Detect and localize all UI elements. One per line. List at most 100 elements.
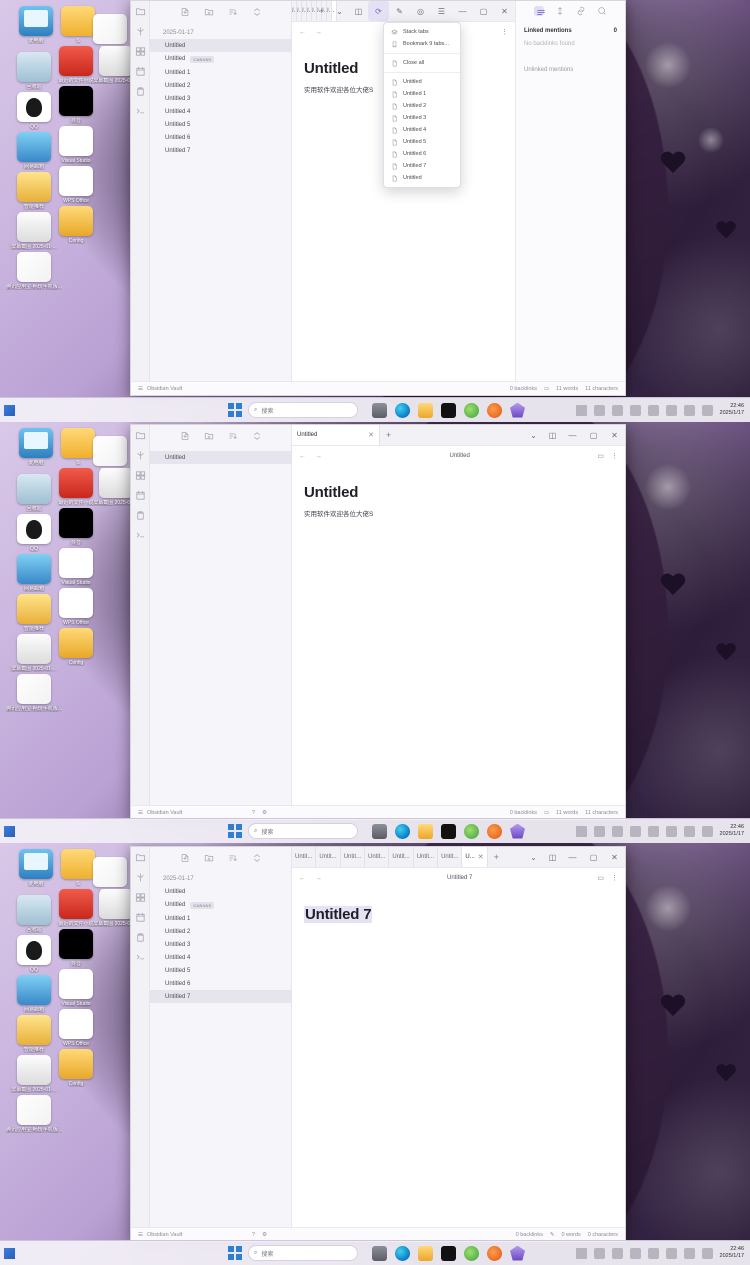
start-button-icon[interactable]: [228, 403, 242, 417]
taskbar-app-obsidian[interactable]: [510, 402, 525, 418]
editor-tab[interactable]: Untitled ✕: [292, 425, 380, 445]
book-icon-3[interactable]: ▭: [597, 874, 604, 882]
menu-item-file[interactable]: Untitled 7: [384, 160, 460, 172]
graph-icon[interactable]: [135, 26, 146, 37]
shield-icon[interactable]: [629, 404, 641, 416]
minimize-button-1[interactable]: —: [452, 1, 473, 21]
vault-switcher-3[interactable]: ☰ Obsidian Vault ? ⚙: [131, 1232, 273, 1238]
vault-switcher-1[interactable]: ☰ Obsidian Vault: [131, 386, 273, 392]
chevron-up-icon[interactable]: [575, 1247, 587, 1259]
editor-tab[interactable]: Untit...: [316, 847, 341, 867]
file-sidebar-3[interactable]: 2025-01-17 Untitled Untitled CANVAS Untitle…: [150, 847, 292, 1227]
file-list-1[interactable]: 2025-01-17 Untitled Untitled CANVAS Untitle…: [150, 23, 291, 381]
canvas-icon[interactable]: [135, 892, 146, 903]
left-ribbon-3[interactable]: [131, 847, 150, 1227]
file-list-2[interactable]: Untitled: [150, 447, 291, 805]
file-list-item[interactable]: Untitled 7: [150, 144, 291, 157]
editor-tab[interactable]: Untit...: [438, 847, 463, 867]
menu-item-file[interactable]: Untitled 1: [384, 88, 460, 100]
right-panel-1[interactable]: Linked mentions 0 No backlinks found Unl…: [515, 1, 625, 381]
new-note-icon[interactable]: [180, 853, 190, 863]
new-tab-button-2[interactable]: +: [380, 425, 397, 445]
sort-icon[interactable]: [228, 431, 238, 441]
tab-bar-2[interactable]: Untitled ✕ + ⌄ ◫ — ▢ ✕: [292, 425, 625, 446]
desktop-icon[interactable]: Config: [48, 628, 104, 666]
taskbar-app-obsidian[interactable]: [510, 1245, 525, 1261]
clipboard-icon[interactable]: [135, 510, 146, 521]
toggle-right-sidebar-icon[interactable]: ◫: [349, 1, 368, 21]
new-tab-button-1[interactable]: +: [313, 1, 330, 21]
desktop-icon[interactable]: 腾讯应用宝-畅玩手机版...: [6, 1095, 62, 1133]
close-button-2[interactable]: ✕: [604, 425, 625, 445]
terminal-icon[interactable]: [135, 106, 146, 117]
ime-icon[interactable]: [611, 825, 623, 837]
menu-icon[interactable]: ☰: [431, 1, 452, 21]
back-arrow-icon[interactable]: ←: [299, 29, 306, 36]
sort-icon[interactable]: [228, 853, 238, 863]
back-arrow-icon[interactable]: ←: [299, 875, 306, 882]
tab-bar-1[interactable]: U...U...U...U...U...U...U...U...U...✕ + …: [292, 1, 515, 22]
editor-tab[interactable]: Untit...: [414, 847, 439, 867]
taskbar-app-tiktok[interactable]: [441, 402, 456, 418]
tab-bar-3[interactable]: Untit... Untit... Untit... Untit... Untit...…: [292, 847, 625, 868]
edit-icon[interactable]: ✎: [389, 1, 410, 21]
right-panel-tabs-1[interactable]: [516, 1, 625, 21]
minimize-button-3[interactable]: —: [562, 847, 583, 867]
nav-arrows-1[interactable]: ← →: [299, 29, 322, 36]
taskbar-app-wechat[interactable]: [464, 402, 479, 418]
new-folder-icon[interactable]: [204, 853, 214, 863]
new-folder-icon[interactable]: [204, 431, 214, 441]
menu-item-close-all[interactable]: Close all: [384, 57, 460, 69]
book-icon-2[interactable]: ▭: [597, 452, 604, 460]
toggle-right-sidebar-icon[interactable]: ◫: [543, 425, 562, 445]
desktop-icon[interactable]: 抖音: [48, 508, 104, 546]
taskbar-app-folder[interactable]: [418, 823, 433, 839]
calendar-icon[interactable]: [135, 66, 146, 77]
menu-item-file[interactable]: Untitled 2: [384, 100, 460, 112]
taskbar-3[interactable]: ⌕ 搜索 22:46 2025/1/17: [0, 1240, 750, 1265]
battery-icon[interactable]: [701, 1247, 713, 1259]
vault-switcher-2[interactable]: ☰ Obsidian Vault ? ⚙: [131, 810, 273, 816]
terminal-icon[interactable]: [135, 530, 146, 541]
collapse-icon[interactable]: [252, 431, 262, 441]
left-ribbon-2[interactable]: [131, 425, 150, 805]
tab-list-chevron-icon[interactable]: ⌄: [524, 847, 543, 867]
cloud-icon[interactable]: [593, 825, 605, 837]
menu-item-file[interactable]: Untitled 5: [384, 136, 460, 148]
toggle-right-sidebar-icon[interactable]: ◫: [543, 847, 562, 867]
menu-item-file[interactable]: Untitled 6: [384, 148, 460, 160]
editor-tab[interactable]: U...✕: [462, 847, 488, 867]
file-list-item[interactable]: Untitled: [150, 39, 291, 52]
help-icon-2[interactable]: ?: [252, 810, 255, 816]
list-icon[interactable]: [534, 6, 545, 16]
file-list-item[interactable]: Untitled 4: [150, 105, 291, 118]
more-options-icon-2[interactable]: ⋮: [611, 452, 618, 460]
files-icon[interactable]: [135, 430, 146, 441]
sidebar-toolbar-3[interactable]: [150, 847, 291, 869]
desktop-icon[interactable]: 抖音: [48, 929, 104, 967]
wifi-icon[interactable]: [665, 1247, 677, 1259]
tabs-3[interactable]: Untit... Untit... Untit... Untit... Untit...…: [292, 847, 488, 867]
taskbar-clock[interactable]: 22:46 2025/1/17: [720, 403, 744, 417]
maximize-button-3[interactable]: ▢: [583, 847, 604, 867]
new-tab-button-3[interactable]: +: [488, 847, 505, 867]
obsidian-window-2[interactable]: Untitled Untitled ✕ + ⌄ ◫ — ▢ ✕ ← → Unti…: [130, 424, 626, 820]
file-list-item[interactable]: Untitled 5: [150, 964, 291, 977]
update-icon[interactable]: [647, 1247, 659, 1259]
menu-item-file[interactable]: Untitled 4: [384, 124, 460, 136]
taskbar-search-box[interactable]: ⌕ 搜索: [248, 1245, 358, 1261]
start-button-icon[interactable]: [228, 1246, 242, 1260]
start-button-icon[interactable]: [228, 824, 242, 838]
file-sidebar-1[interactable]: 2025-01-17 Untitled Untitled CANVAS Untitle…: [150, 1, 292, 381]
new-note-icon[interactable]: [180, 7, 190, 17]
tab-list-chevron-icon[interactable]: ⌄: [330, 1, 349, 21]
file-list-item[interactable]: Untitled 2: [150, 925, 291, 938]
updown-icon[interactable]: [555, 6, 565, 16]
update-icon[interactable]: [647, 825, 659, 837]
file-list-item[interactable]: Untitled 1: [150, 912, 291, 925]
desktop-icon[interactable]: W WPS Office: [48, 166, 104, 204]
settings-gear-icon-3[interactable]: ⚙: [262, 1232, 267, 1238]
forward-arrow-icon[interactable]: →: [315, 29, 322, 36]
taskbar-app-file-explorer[interactable]: [372, 823, 387, 839]
desktop-icon[interactable]: N Visual Studio: [48, 969, 104, 1007]
